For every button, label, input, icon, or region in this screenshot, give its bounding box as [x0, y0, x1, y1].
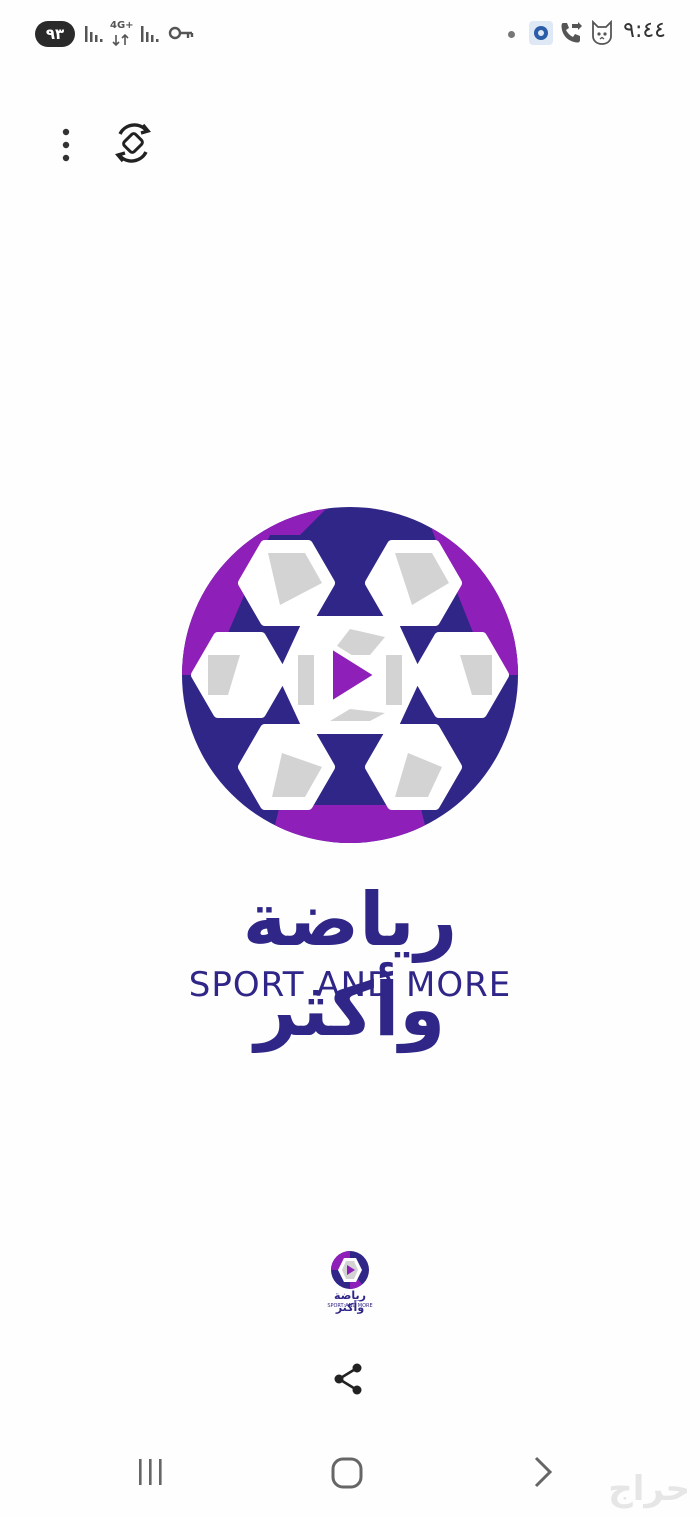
screen-rotate-icon — [115, 123, 151, 163]
notification-dot-icon — [508, 31, 515, 38]
back-button[interactable] — [522, 1452, 562, 1492]
brand-name-english: SPORT AND MORE — [188, 965, 512, 1005]
share-button[interactable] — [330, 1360, 368, 1398]
data-transfer-icon — [112, 33, 129, 47]
call-forward-icon — [561, 22, 582, 43]
signal-icon-2 — [141, 26, 159, 42]
share-icon — [334, 1363, 362, 1395]
back-chevron-icon — [534, 1456, 553, 1488]
recents-icon — [139, 1459, 162, 1485]
cat-app-icon — [592, 20, 612, 45]
home-icon — [331, 1457, 363, 1489]
clock: ٩:٤٤ — [623, 18, 666, 43]
top-toolbar — [0, 110, 700, 180]
more-vert-icon — [62, 128, 70, 162]
ball-logo-small-icon — [331, 1251, 369, 1289]
battery-indicator: ٩٣ — [35, 21, 75, 47]
thumbnail-brand-english: SPORT AND MORE — [327, 1303, 373, 1309]
splash-logo: رياضة وأكثر SPORT AND MORE — [170, 505, 530, 1053]
watermark: حراج — [608, 1469, 690, 1509]
more-options-button[interactable] — [50, 122, 82, 168]
app-notification-icon — [529, 21, 553, 45]
thumbnail-logo: رياضة وأكثر SPORT AND MORE — [320, 1250, 380, 1314]
recents-button[interactable] — [130, 1452, 170, 1492]
screen-rotate-button[interactable] — [108, 118, 158, 168]
home-button[interactable] — [326, 1452, 368, 1494]
thumbnail-brand-arabic: رياضة وأكثر — [334, 1289, 366, 1314]
network-type-indicator: 4G+ — [110, 20, 134, 47]
status-bar: ٩٣ 4G+ ٩:٤٤ — [0, 0, 700, 66]
navigation-bar: حراج — [0, 1430, 700, 1517]
vpn-key-icon — [168, 26, 194, 40]
signal-icon — [85, 26, 103, 42]
ball-logo-icon — [182, 507, 518, 843]
